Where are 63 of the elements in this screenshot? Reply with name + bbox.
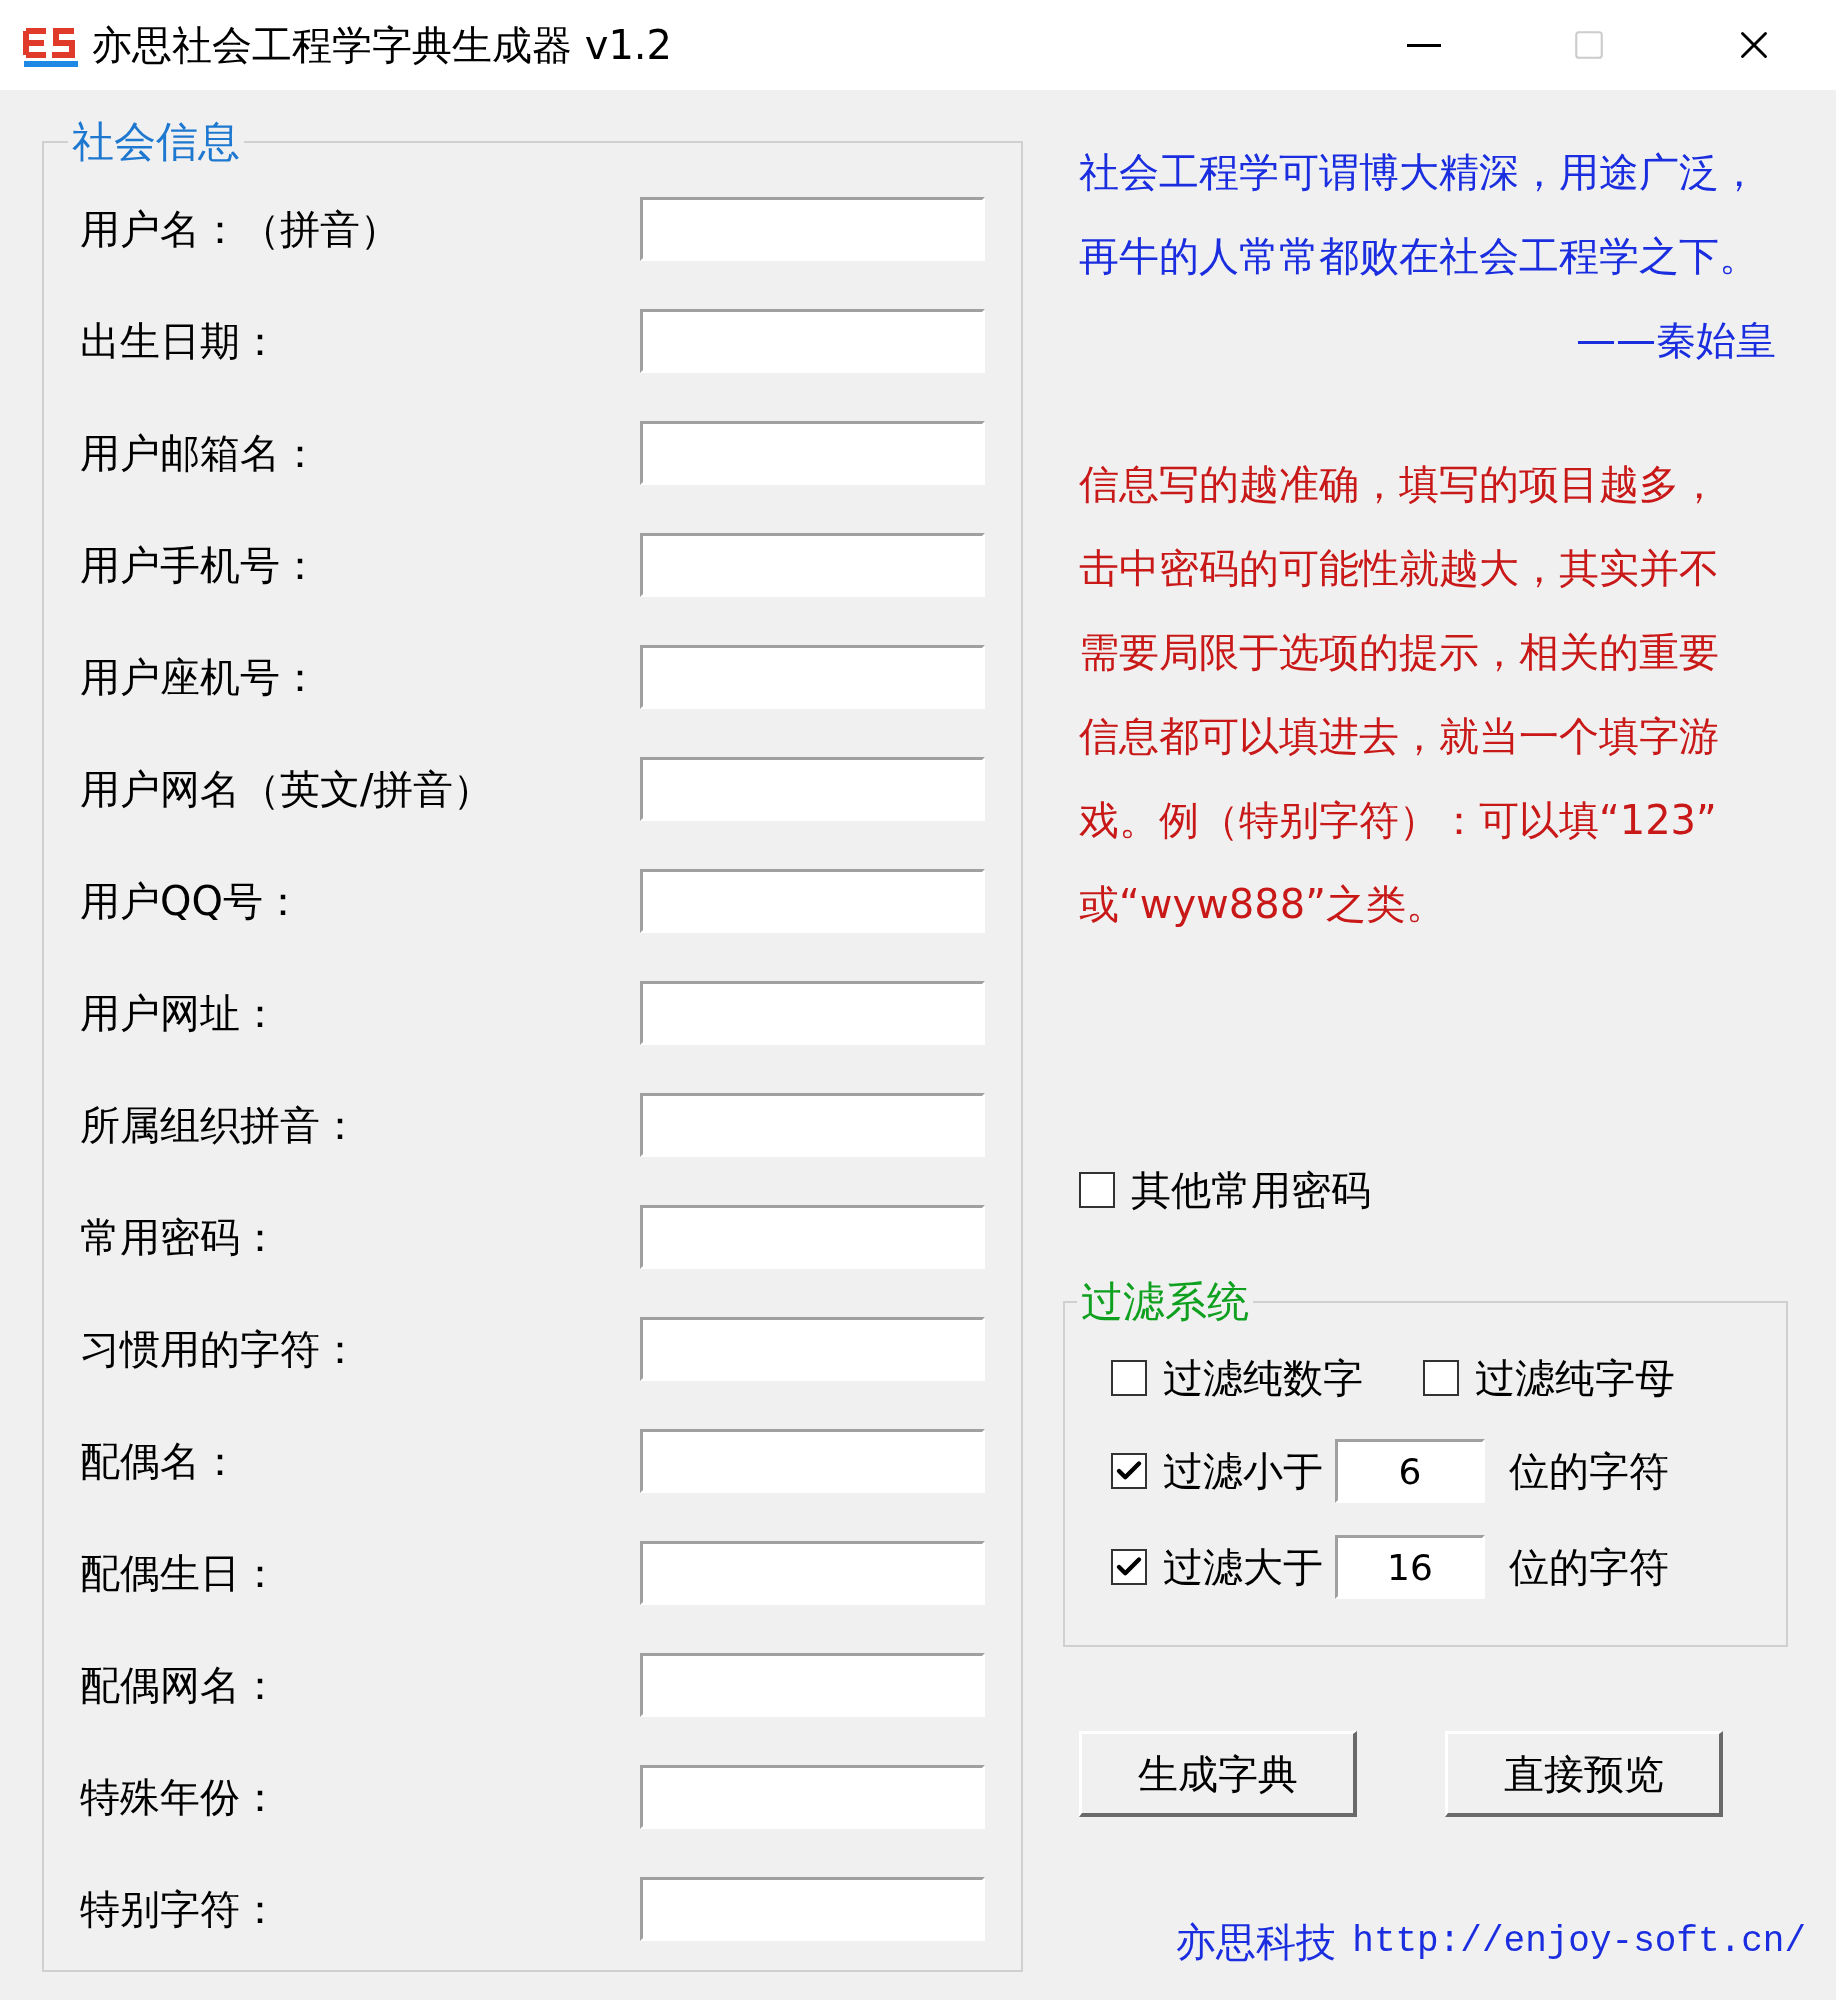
action-button[interactable]: 直接预览 [1445, 1731, 1723, 1817]
field-label: 特别字符： [80, 1885, 281, 1934]
company-name: 亦思科技 [1176, 1918, 1337, 1967]
input-field[interactable]: 6 [1335, 1439, 1485, 1503]
input-field[interactable]: 16 [1335, 1535, 1485, 1599]
tip-line: 信息写的越准确，填写的项目越多， [1079, 460, 1720, 509]
field-label: 用户名：（拼音） [80, 205, 401, 254]
window-title: 亦思社会工程学字典生成器 v1.2 [92, 21, 672, 70]
field-label: 所属组织拼音： [80, 1101, 361, 1150]
website-link[interactable]: http://enjoy-soft.cn/ [1352, 1915, 1806, 1969]
checkbox[interactable] [1111, 1549, 1147, 1585]
tip-line: 信息都可以填进去，就当一个填字游 [1079, 712, 1720, 761]
input-field[interactable] [640, 869, 985, 933]
input-field[interactable] [640, 1093, 985, 1157]
field-label: 常用密码： [80, 1213, 281, 1262]
field-label: 配偶名： [80, 1437, 241, 1486]
group-title: 社会信息 [71, 116, 241, 168]
input-field[interactable] [640, 309, 985, 373]
other-passwords-checkbox[interactable]: 其他常用密码 [1079, 1160, 1806, 1220]
checkbox[interactable] [1111, 1360, 1147, 1396]
minimize-icon [1406, 43, 1441, 47]
filter-checkbox[interactable]: 过滤纯数字 [1111, 1348, 1363, 1408]
input-field[interactable] [640, 1205, 985, 1269]
tip-line: 或“wyw888”之类。 [1079, 880, 1447, 929]
unit-label: 位的字符 [1509, 1447, 1669, 1496]
checkbox[interactable] [1079, 1172, 1115, 1208]
filter-checkbox[interactable]: 过滤小于 [1111, 1441, 1323, 1501]
filter-checkbox[interactable]: 过滤大于 [1111, 1537, 1323, 1597]
field-label: 用户网名（英文/拼音） [80, 765, 495, 814]
input-field[interactable] [640, 1877, 985, 1941]
input-field[interactable] [640, 757, 985, 821]
input-field[interactable] [640, 981, 985, 1045]
field-label: 用户手机号： [80, 541, 321, 590]
group-title: 过滤系统 [1080, 1276, 1250, 1328]
field-label: 配偶生日： [80, 1549, 281, 1598]
input-field[interactable] [640, 421, 985, 485]
field-label: 用户邮箱名： [80, 429, 321, 478]
field-label: 用户QQ号： [80, 877, 304, 926]
field-label: 配偶网名： [80, 1661, 281, 1710]
tip-line: 戏。例（特别字符）：可以填“123” [1079, 796, 1718, 845]
field-label: 出生日期： [80, 317, 281, 366]
action-button[interactable]: 生成字典 [1079, 1731, 1357, 1817]
quote-line: 再牛的人常常都败在社会工程学之下。 [1079, 232, 1760, 281]
input-field[interactable] [640, 533, 985, 597]
quote-line: 社会工程学可谓博大精深，用途广泛， [1079, 148, 1760, 197]
unit-label: 位的字符 [1509, 1543, 1669, 1592]
field-label: 习惯用的字符： [80, 1325, 361, 1374]
field-label: 用户座机号： [80, 653, 321, 702]
quote-attribution: ——秦始皇 [1576, 316, 1776, 365]
input-field[interactable] [640, 1429, 985, 1493]
tip-line: 需要局限于选项的提示，相关的重要 [1079, 628, 1720, 677]
input-field[interactable] [640, 1653, 985, 1717]
input-field[interactable] [640, 1317, 985, 1381]
field-label: 特殊年份： [80, 1773, 281, 1822]
input-field[interactable] [640, 197, 985, 261]
input-field[interactable] [640, 645, 985, 709]
tip-line: 击中密码的可能性就越大，其实并不 [1079, 544, 1720, 593]
input-field[interactable] [640, 1765, 985, 1829]
field-label: 用户网址： [80, 989, 281, 1038]
filter-checkbox[interactable]: 过滤纯字母 [1423, 1348, 1675, 1408]
checkbox[interactable] [1111, 1453, 1147, 1489]
input-field[interactable] [640, 1541, 985, 1605]
checkbox[interactable] [1423, 1360, 1459, 1396]
